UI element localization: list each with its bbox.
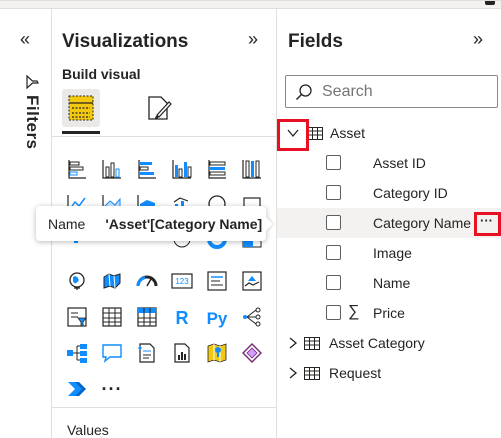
search-input[interactable] (322, 82, 492, 101)
clustered-bar-chart-icon[interactable] (132, 154, 162, 184)
field-name: Asset ID (373, 155, 426, 171)
tooltip-arrow (266, 217, 273, 231)
100-stacked-bar-chart-icon[interactable] (202, 154, 232, 184)
table-name: Asset Category (329, 335, 425, 351)
svg-text:R: R (176, 308, 189, 328)
field-checkbox[interactable] (326, 305, 341, 320)
tooltip-key: Name (48, 215, 86, 232)
100-stacked-column-chart-icon[interactable] (237, 154, 267, 184)
r-visual-icon[interactable]: R (167, 302, 197, 332)
table-icon (307, 127, 323, 140)
filled-map-icon[interactable] (97, 266, 127, 296)
field-name: Name (373, 275, 411, 291)
card-icon[interactable]: 123 (167, 266, 197, 296)
field-row-category-name[interactable]: Category Name ··· (277, 208, 501, 238)
field-name: Category ID (373, 185, 448, 201)
table-row-asset-category[interactable]: Asset Category (277, 328, 501, 358)
azure-map-icon[interactable] (202, 338, 232, 368)
table-icon (304, 367, 320, 380)
table-icon (304, 337, 320, 350)
top-strip (0, 1, 501, 9)
field-row-image[interactable]: Image (277, 238, 501, 268)
matrix-icon[interactable] (132, 302, 162, 332)
table-row-request[interactable]: Request (277, 358, 501, 388)
field-checkbox[interactable] (326, 215, 341, 230)
tabs-divider (52, 136, 276, 137)
field-row-category-id[interactable]: Category ID (277, 178, 501, 208)
field-checkbox[interactable] (326, 275, 341, 290)
values-divider (52, 407, 276, 408)
power-automate-icon[interactable] (62, 374, 92, 404)
field-checkbox[interactable] (326, 155, 341, 170)
chevron-highlight-box (277, 119, 309, 151)
table-icon[interactable] (97, 302, 127, 332)
map-icon[interactable] (62, 266, 92, 296)
paintbrush-page-icon (148, 96, 172, 120)
table-name: Request (329, 365, 382, 381)
key-influencers-icon[interactable] (237, 302, 267, 332)
build-visual-label: Build visual (62, 66, 141, 82)
slicer-icon[interactable] (62, 302, 92, 332)
stacked-column-chart-icon[interactable] (97, 154, 127, 184)
fields-pane: Fields » Asset Asset ID Category ID Cate… (277, 9, 501, 438)
more-options-highlight-box (474, 212, 501, 236)
active-tab-indicator (62, 131, 100, 134)
chevron-right-icon[interactable] (286, 366, 300, 380)
search-icon (295, 83, 312, 100)
field-tooltip: Name 'Asset'[Category Name] (36, 206, 273, 241)
format-visual-tab[interactable] (140, 89, 178, 127)
sigma-icon: ∑ (348, 303, 360, 320)
fields-search[interactable] (285, 75, 498, 108)
field-name: Image (373, 245, 412, 261)
kpi-icon[interactable] (237, 266, 267, 296)
stacked-bar-chart-icon[interactable] (62, 154, 92, 184)
build-visual-tab[interactable] (62, 89, 100, 127)
visualizations-title: Visualizations (62, 31, 189, 52)
field-checkbox[interactable] (326, 185, 341, 200)
top-handle (485, 1, 495, 5)
table-row-asset[interactable]: Asset (277, 118, 501, 148)
paginated-report-icon[interactable] (167, 338, 197, 368)
field-row-asset-id[interactable]: Asset ID (277, 148, 501, 178)
table-name: Asset (330, 125, 366, 141)
decomposition-tree-icon[interactable] (62, 338, 92, 368)
field-checkbox[interactable] (326, 245, 341, 260)
field-row-name[interactable]: Name (277, 268, 501, 298)
gauge-icon[interactable] (132, 266, 162, 296)
app-root: « Filters Visualizations » Build visual (0, 0, 501, 438)
smart-narrative-icon[interactable] (132, 338, 162, 368)
field-name: Category Name (373, 215, 472, 231)
power-apps-icon[interactable] (237, 338, 267, 368)
field-row-price[interactable]: ∑ Price (277, 298, 501, 328)
filter-icon (26, 75, 39, 89)
expand-fields-icon[interactable]: » (473, 29, 483, 50)
field-name: Price (373, 305, 405, 321)
svg-text:123: 123 (175, 277, 189, 286)
multi-row-card-icon[interactable] (202, 266, 232, 296)
clustered-column-chart-icon[interactable] (167, 154, 197, 184)
collapse-filters-icon[interactable]: « (20, 29, 30, 50)
filters-label[interactable]: Filters (22, 95, 42, 150)
qna-icon[interactable] (97, 338, 127, 368)
svg-text:Py: Py (207, 309, 228, 328)
values-section-label: Values (67, 422, 109, 438)
more-visuals-icon[interactable]: ··· (97, 374, 127, 404)
tooltip-value: 'Asset'[Category Name] (105, 215, 263, 232)
expand-visualizations-icon[interactable]: » (248, 29, 258, 50)
chevron-right-icon[interactable] (286, 336, 300, 350)
python-visual-icon[interactable]: Py (202, 302, 232, 332)
fields-title: Fields (288, 31, 343, 52)
table-fields-icon (68, 95, 94, 121)
